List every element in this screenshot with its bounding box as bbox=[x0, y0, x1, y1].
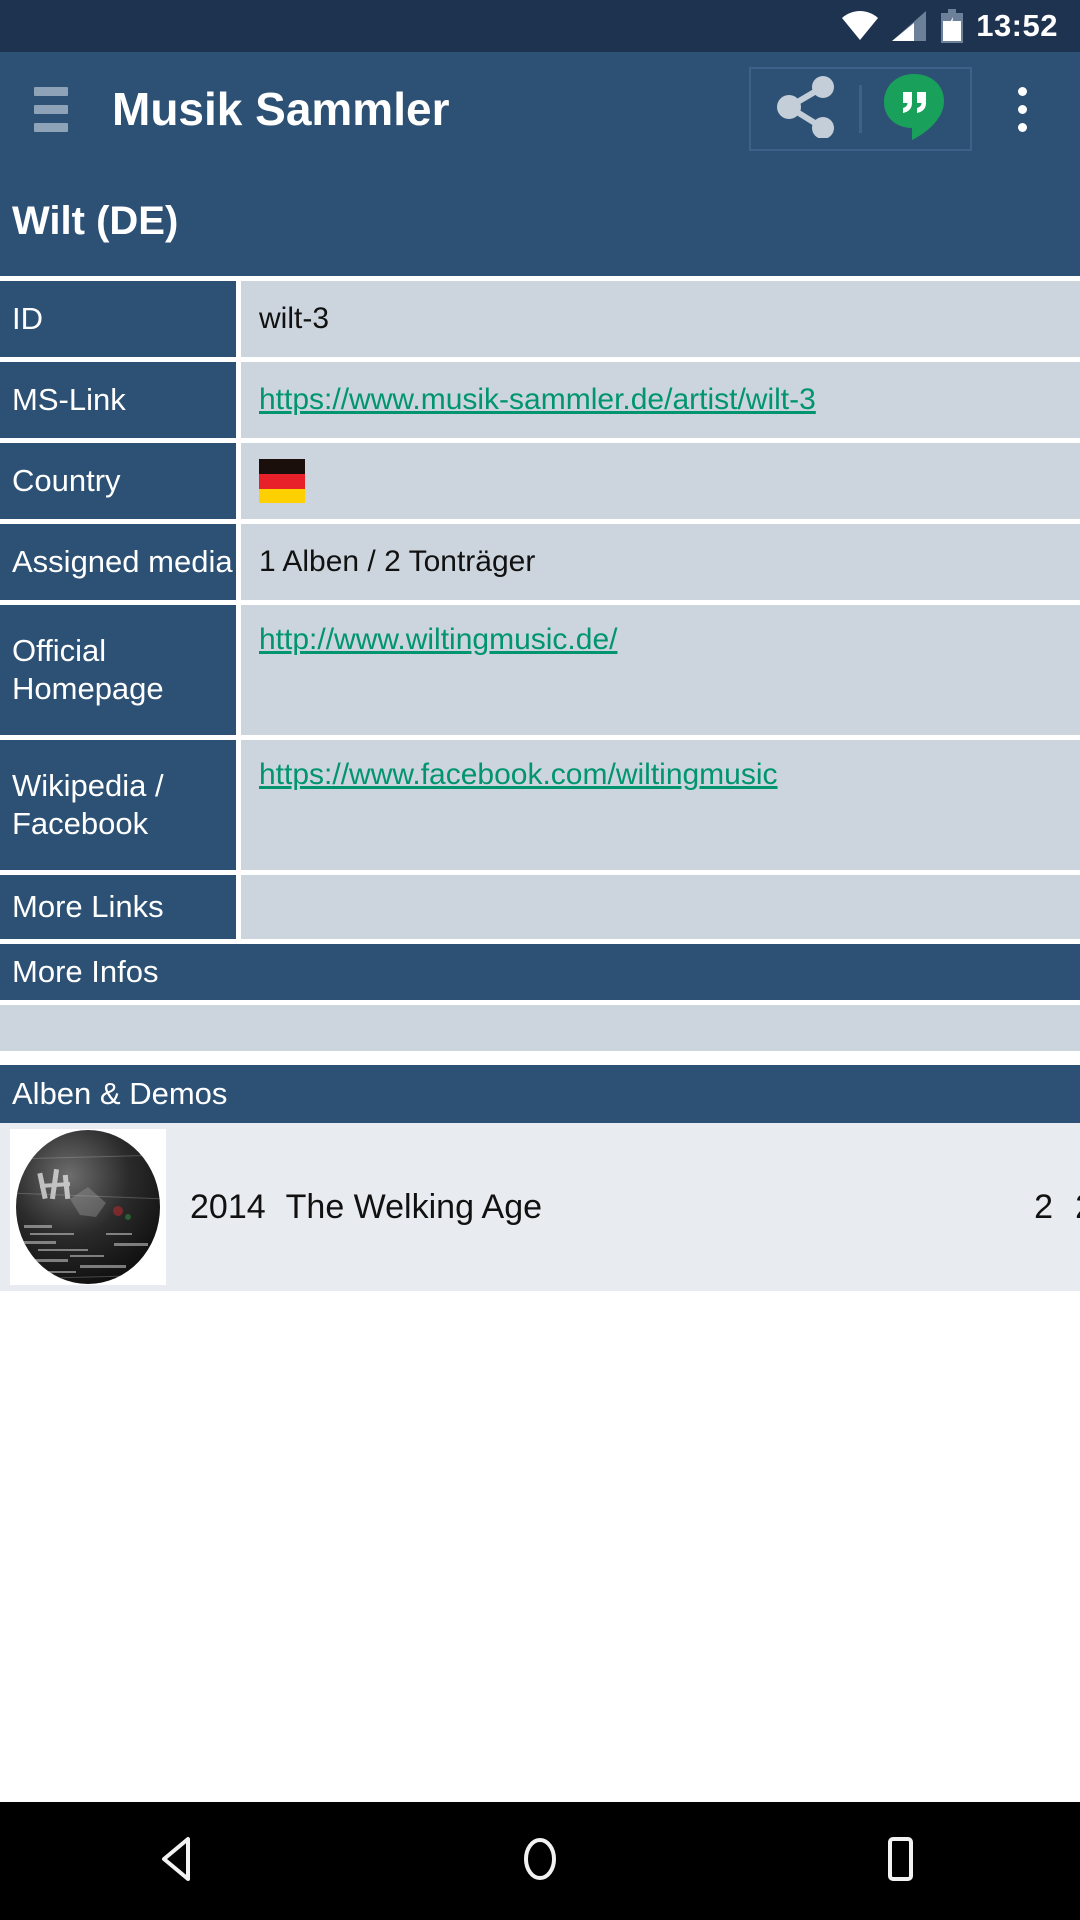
album-meta: 2014 The Welking Age bbox=[190, 1188, 1034, 1227]
share-group bbox=[749, 67, 972, 151]
table-row: ID wilt-3 bbox=[0, 281, 1080, 357]
more-infos-body bbox=[0, 1005, 1080, 1051]
artist-name: Wilt (DE) bbox=[12, 198, 179, 243]
album-count-b: 2 bbox=[1075, 1188, 1080, 1227]
back-triangle-icon bbox=[154, 1833, 206, 1890]
album-title: The Welking Age bbox=[285, 1187, 543, 1226]
hangouts-icon bbox=[882, 72, 946, 147]
row-label-wikipedia-facebook: Wikipedia / Facebook bbox=[0, 740, 236, 870]
status-bar-icons bbox=[842, 9, 964, 43]
row-label-ms-link: MS-Link bbox=[0, 362, 236, 438]
artist-detail-table: ID wilt-3 MS-Link https://www.musik-samm… bbox=[0, 281, 1080, 939]
row-label-id: ID bbox=[0, 281, 236, 357]
row-value-official-homepage: http://www.wiltingmusic.de/ bbox=[241, 605, 1080, 735]
cellular-signal-icon bbox=[892, 11, 927, 41]
row-value-country bbox=[241, 443, 1080, 519]
share-button[interactable] bbox=[765, 69, 849, 149]
share-icon bbox=[777, 75, 837, 143]
overflow-menu-icon[interactable] bbox=[988, 69, 1056, 149]
section-header-more-infos: More Infos bbox=[0, 944, 1080, 1000]
battery-charging-icon bbox=[940, 9, 964, 43]
row-label-country: Country bbox=[0, 443, 236, 519]
status-bar-clock: 13:52 bbox=[976, 8, 1058, 43]
row-value-more-links bbox=[241, 875, 1080, 939]
home-button[interactable] bbox=[455, 1802, 625, 1920]
app-title: Musik Sammler bbox=[112, 83, 450, 135]
table-row: MS-Link https://www.musik-sammler.de/art… bbox=[0, 362, 1080, 438]
table-row: More Links bbox=[0, 875, 1080, 939]
album-cover-thumbnail bbox=[10, 1129, 166, 1285]
row-value-ms-link: https://www.musik-sammler.de/artist/wilt… bbox=[241, 362, 1080, 438]
row-label-more-links: More Links bbox=[0, 875, 236, 939]
home-circle-icon bbox=[514, 1833, 566, 1890]
table-row: Country bbox=[0, 443, 1080, 519]
recents-square-icon bbox=[874, 1833, 926, 1890]
artist-header: Wilt (DE) bbox=[0, 166, 1080, 276]
status-bar: 13:52 bbox=[0, 0, 1080, 52]
row-value-wikipedia-facebook: https://www.facebook.com/wiltingmusic bbox=[241, 740, 1080, 870]
official-homepage-anchor[interactable]: http://www.wiltingmusic.de/ bbox=[259, 623, 617, 657]
table-row: Official Homepage http://www.wiltingmusi… bbox=[0, 605, 1080, 735]
recents-button[interactable] bbox=[815, 1802, 985, 1920]
back-button[interactable] bbox=[95, 1802, 265, 1920]
android-navigation-bar bbox=[0, 1802, 1080, 1920]
album-counts: 2 2 bbox=[1034, 1188, 1080, 1227]
wifi-icon bbox=[842, 11, 879, 41]
hangouts-button[interactable] bbox=[872, 69, 956, 149]
album-count-a: 2 bbox=[1034, 1187, 1054, 1226]
facebook-anchor[interactable]: https://www.facebook.com/wiltingmusic bbox=[259, 758, 778, 792]
row-label-official-homepage: Official Homepage bbox=[0, 605, 236, 735]
toolbar-divider bbox=[859, 85, 862, 133]
main-content: Wilt (DE) ID wilt-3 MS-Link https://www.… bbox=[0, 166, 1080, 1291]
list-item[interactable]: 2014 The Welking Age 2 2 bbox=[0, 1123, 1080, 1291]
section-header-albums: Alben & Demos bbox=[0, 1065, 1080, 1123]
row-value-assigned-media: 1 Alben / 2 Tonträger bbox=[241, 524, 1080, 600]
row-label-assigned-media: Assigned media bbox=[0, 524, 236, 600]
row-value-id: wilt-3 bbox=[241, 281, 1080, 357]
table-row: Wikipedia / Facebook https://www.faceboo… bbox=[0, 740, 1080, 870]
hamburger-menu-icon[interactable] bbox=[34, 86, 68, 132]
album-year: 2014 bbox=[190, 1187, 266, 1226]
table-row: Assigned media 1 Alben / 2 Tonträger bbox=[0, 524, 1080, 600]
ms-link-anchor[interactable]: https://www.musik-sammler.de/artist/wilt… bbox=[259, 383, 816, 417]
app-bar: Musik Sammler bbox=[0, 52, 1080, 166]
germany-flag-icon bbox=[259, 459, 305, 503]
